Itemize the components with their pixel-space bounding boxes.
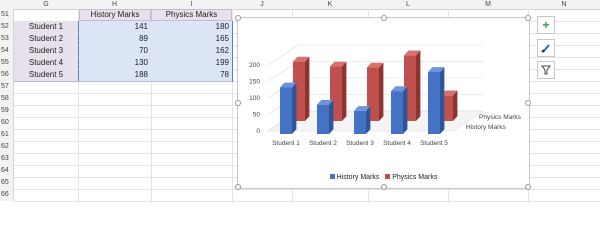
- header-physics-marks[interactable]: Physics Marks: [151, 9, 232, 21]
- y-tick-label: 200: [249, 62, 260, 69]
- row-header-56[interactable]: 56: [0, 69, 14, 81]
- student-name-cell[interactable]: Student 3: [14, 45, 78, 57]
- history-bar-side: [329, 99, 334, 134]
- y-tick-label: 150: [249, 79, 260, 86]
- row-header-62[interactable]: 62: [0, 141, 14, 153]
- student-name-cell[interactable]: Student 2: [14, 33, 78, 45]
- x-tick-label: Student 4: [383, 140, 411, 147]
- x-tick-label: Student 5: [420, 140, 448, 147]
- column-header-n[interactable]: N: [528, 0, 600, 10]
- x-tick-label: Student 3: [346, 140, 374, 147]
- column-header-g[interactable]: G: [14, 0, 78, 10]
- student-name-cell[interactable]: Student 5: [14, 69, 78, 81]
- row-header-58[interactable]: 58: [0, 93, 14, 105]
- legend-physics: Physics Marks: [392, 174, 438, 181]
- plus-icon: +: [542, 18, 550, 32]
- row-border: [14, 81, 232, 82]
- history-mark-cell[interactable]: 188: [79, 69, 151, 81]
- gridline: [14, 189, 600, 190]
- history-bar-side: [440, 67, 445, 134]
- history-bar: [391, 91, 403, 134]
- history-bar-side: [403, 86, 408, 134]
- history-bar: [317, 104, 329, 134]
- y-tick-label: 0: [256, 128, 260, 135]
- row-header-60[interactable]: 60: [0, 117, 14, 129]
- history-bar-side: [366, 106, 371, 134]
- history-bar: [354, 110, 366, 134]
- row-header-65[interactable]: 65: [0, 177, 14, 189]
- column-header-l[interactable]: L: [368, 0, 448, 10]
- physics-mark-cell[interactable]: 162: [151, 45, 232, 57]
- physics-bar-side: [342, 61, 347, 121]
- physics-mark-cell[interactable]: 165: [151, 33, 232, 45]
- history-bar: [428, 71, 440, 134]
- row-header-59[interactable]: 59: [0, 105, 14, 117]
- chart-legend[interactable]: History Marks Physics Marks: [238, 174, 529, 181]
- depth-label-physics: Physics Marks: [479, 114, 522, 121]
- x-tick-label: Student 1: [272, 140, 300, 147]
- physics-bar-side: [416, 50, 421, 121]
- physics-bar-side: [379, 62, 384, 121]
- chart-area[interactable]: 0 50 100 150 200 Student 1 Student 2 Student 3 S…: [235, 15, 531, 190]
- brush-icon: [541, 44, 550, 53]
- physics-mark-cell[interactable]: 78: [151, 69, 232, 81]
- history-mark-cell[interactable]: 130: [79, 57, 151, 69]
- history-bar-side: [292, 82, 297, 134]
- header-history-marks[interactable]: History Marks: [79, 9, 151, 21]
- chart-styles-button[interactable]: [537, 39, 555, 57]
- physics-bar-side: [305, 56, 310, 121]
- physics-bar-side: [453, 90, 458, 121]
- legend-swatch-physics: [385, 174, 391, 179]
- student-name-cell[interactable]: Student 4: [14, 57, 78, 69]
- depth-label-history: History Marks: [466, 124, 506, 131]
- history-mark-cell[interactable]: 141: [79, 21, 151, 33]
- chart-filters-button[interactable]: [537, 61, 555, 79]
- row-header-51[interactable]: 51: [0, 9, 14, 21]
- row-header-61[interactable]: 61: [0, 129, 14, 141]
- column-header-k[interactable]: K: [292, 0, 368, 10]
- row-header-55[interactable]: 55: [0, 57, 14, 69]
- gridline: [14, 201, 600, 202]
- x-tick-label: Student 2: [309, 140, 337, 147]
- history-bar: [280, 87, 292, 134]
- row-header-52[interactable]: 52: [0, 21, 14, 33]
- history-mark-cell[interactable]: 70: [79, 45, 151, 57]
- row-header-64[interactable]: 64: [0, 165, 14, 177]
- bar-chart-3d: 0 50 100 150 200 Student 1 Student 2 Student 3 S…: [249, 44, 522, 147]
- chart-elements-button[interactable]: +: [537, 16, 555, 34]
- legend-swatch-history: [329, 174, 335, 179]
- history-mark-cell[interactable]: 89: [79, 33, 151, 45]
- row-header-57[interactable]: 57: [0, 81, 14, 93]
- row-header-66[interactable]: 66: [0, 189, 14, 201]
- y-tick-label: 100: [249, 95, 260, 102]
- student-name-cell[interactable]: Student 1: [14, 21, 78, 33]
- column-header-j[interactable]: J: [232, 0, 292, 10]
- row-header-53[interactable]: 53: [0, 33, 14, 45]
- physics-mark-cell[interactable]: 199: [151, 57, 232, 69]
- column-header-m[interactable]: M: [448, 0, 528, 10]
- physics-mark-cell[interactable]: 180: [151, 21, 232, 33]
- y-tick-label: 50: [253, 112, 261, 119]
- legend-history: History Marks: [336, 174, 380, 181]
- row-header-63[interactable]: 63: [0, 153, 14, 165]
- filter-icon: [541, 65, 551, 75]
- row-header-54[interactable]: 54: [0, 45, 14, 57]
